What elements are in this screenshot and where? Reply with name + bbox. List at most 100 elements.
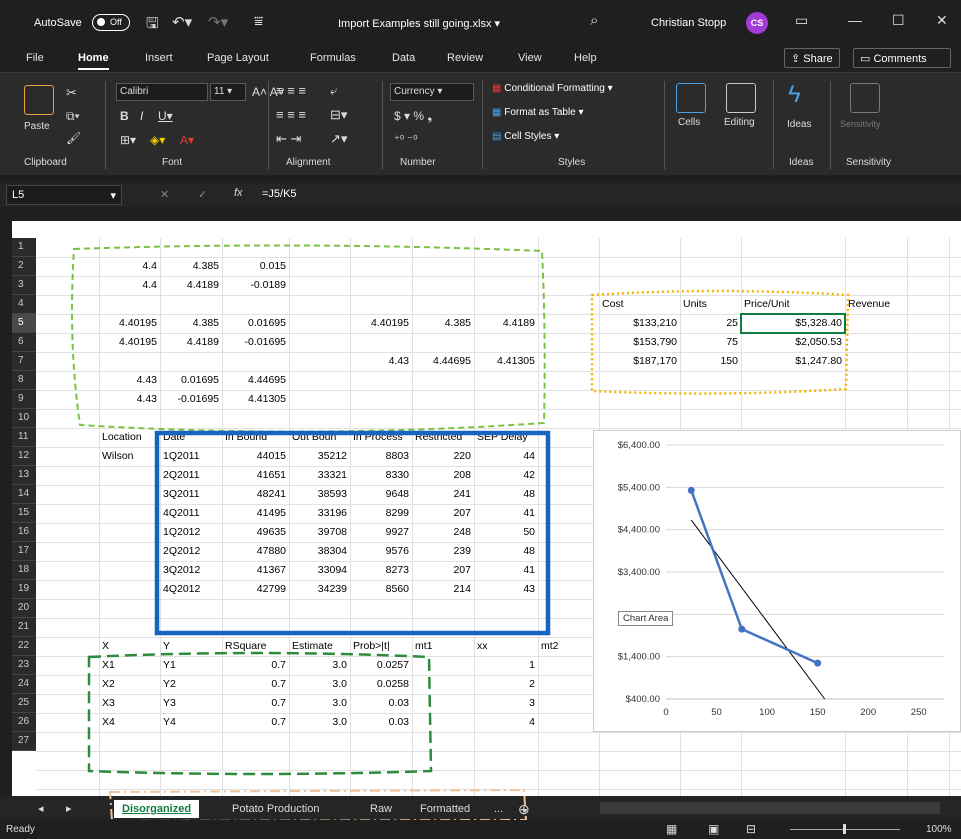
format-as-table-button[interactable]: ▦ Format as Table ▾ bbox=[492, 107, 584, 118]
merge-center-icon[interactable]: ⊟▾ bbox=[330, 107, 347, 123]
underline-icon[interactable]: U▾ bbox=[158, 109, 173, 123]
customize-qat-icon[interactable]: ⩸ bbox=[254, 13, 263, 30]
row-header-11[interactable]: 11 bbox=[12, 428, 36, 447]
row-header-27[interactable]: 27 bbox=[12, 732, 36, 751]
bold-icon[interactable]: B bbox=[120, 109, 129, 123]
editing-icon[interactable] bbox=[726, 83, 756, 113]
row-header-14[interactable]: 14 bbox=[12, 485, 36, 504]
cell-h25[interactable]: 3 bbox=[474, 695, 538, 712]
prev-sheet-icon[interactable]: ◂ bbox=[38, 800, 44, 818]
decimal-icon[interactable]: ⁺⁰ ⁻⁰ bbox=[394, 133, 418, 146]
insert-function-icon[interactable]: fx bbox=[234, 187, 243, 199]
sensitivity-label[interactable]: Sensitivity bbox=[840, 119, 881, 129]
font-color-icon[interactable]: A▾ bbox=[180, 133, 194, 147]
ideas-icon[interactable]: ϟ bbox=[788, 81, 801, 109]
copy-icon[interactable]: ⧉▾ bbox=[66, 109, 80, 124]
autosave-toggle[interactable]: Off bbox=[92, 14, 130, 31]
format-painter-icon[interactable]: 🖌 bbox=[66, 131, 81, 145]
name-box[interactable]: L5 ▾ bbox=[6, 185, 122, 205]
close-icon[interactable]: ✕ bbox=[936, 12, 948, 29]
search-icon[interactable]: ⌕ bbox=[590, 12, 598, 29]
redo-icon[interactable]: ↷▾ bbox=[208, 13, 228, 31]
page-break-view-icon[interactable]: ⊟ bbox=[746, 822, 756, 836]
enter-icon[interactable]: ✓ bbox=[198, 188, 207, 201]
formula-input[interactable]: =J5/K5 bbox=[262, 188, 297, 200]
row-header-3[interactable]: 3 bbox=[12, 276, 36, 295]
row-header-25[interactable]: 25 bbox=[12, 694, 36, 713]
row-header-26[interactable]: 26 bbox=[12, 713, 36, 732]
row-header-21[interactable]: 21 bbox=[12, 618, 36, 637]
file-name[interactable]: Import Examples still going.xlsx ▾ bbox=[338, 17, 500, 30]
minimize-icon[interactable]: — bbox=[848, 12, 862, 28]
row-header-2[interactable]: 2 bbox=[12, 257, 36, 276]
tab-view[interactable]: View bbox=[518, 52, 542, 64]
italic-icon[interactable]: I bbox=[140, 109, 143, 123]
ribbon-display-icon[interactable]: ▭ bbox=[795, 12, 808, 29]
tab-insert[interactable]: Insert bbox=[145, 52, 173, 64]
borders-icon[interactable]: ⊞▾ bbox=[120, 133, 136, 147]
page-layout-view-icon[interactable]: ▣ bbox=[708, 822, 719, 836]
row-header-17[interactable]: 17 bbox=[12, 542, 36, 561]
paste-icon[interactable] bbox=[24, 85, 54, 115]
row-header-24[interactable]: 24 bbox=[12, 675, 36, 694]
row-header-8[interactable]: 8 bbox=[12, 371, 36, 390]
comments-button[interactable]: ▭ Comments bbox=[853, 48, 951, 68]
font-size-select[interactable]: 11 ▾ bbox=[210, 83, 246, 101]
user-avatar[interactable]: CS bbox=[746, 12, 768, 34]
sensitivity-icon[interactable] bbox=[850, 83, 880, 113]
save-icon[interactable]: 🖫 bbox=[146, 13, 159, 38]
scatter-chart[interactable]: $400.00$1,400.00$2$3,400.00$4,400.00$5,4… bbox=[593, 430, 961, 732]
tab-home[interactable]: Home bbox=[78, 52, 109, 70]
indent-icon[interactable]: ⇤ ⇥ bbox=[276, 131, 301, 147]
row-header-15[interactable]: 15 bbox=[12, 504, 36, 523]
row-header-10[interactable]: 10 bbox=[12, 409, 36, 428]
row-header-5[interactable]: 5 bbox=[12, 314, 36, 333]
ideas-label[interactable]: Ideas bbox=[787, 119, 811, 130]
horizontal-scrollbar[interactable] bbox=[600, 802, 940, 814]
cell-i22[interactable]: mt2 bbox=[538, 638, 599, 655]
tab-file[interactable]: File bbox=[26, 52, 44, 64]
row-header-18[interactable]: 18 bbox=[12, 561, 36, 580]
cell-h26[interactable]: 4 bbox=[474, 714, 538, 731]
cell-m4[interactable]: Revenue bbox=[845, 296, 907, 313]
cancel-icon[interactable]: ✕ bbox=[160, 188, 169, 201]
zoom-slider-thumb[interactable] bbox=[843, 824, 846, 834]
row-header-19[interactable]: 19 bbox=[12, 580, 36, 599]
cell-h24[interactable]: 2 bbox=[474, 676, 538, 693]
row-header-16[interactable]: 16 bbox=[12, 523, 36, 542]
currency-icon[interactable]: $ ▾ % ❟ bbox=[394, 109, 432, 124]
orientation-icon[interactable]: ↗▾ bbox=[330, 131, 347, 147]
cells-label[interactable]: Cells bbox=[678, 117, 700, 128]
number-format-select[interactable]: Currency ▾ bbox=[390, 83, 474, 101]
tab-data[interactable]: Data bbox=[392, 52, 415, 64]
row-header-9[interactable]: 9 bbox=[12, 390, 36, 409]
wrap-text-icon[interactable]: ⤶ bbox=[330, 83, 337, 99]
tab-review[interactable]: Review bbox=[447, 52, 483, 64]
cell-h22[interactable]: xx bbox=[474, 638, 538, 655]
paste-label[interactable]: Paste bbox=[24, 121, 50, 132]
conditional-formatting-button[interactable]: ▦ Conditional Formatting ▾ bbox=[492, 83, 613, 94]
row-header-1[interactable]: 1 bbox=[12, 238, 36, 257]
fill-color-icon[interactable]: ◈▾ bbox=[150, 133, 165, 147]
tab-formulas[interactable]: Formulas bbox=[310, 52, 356, 64]
row-header-4[interactable]: 4 bbox=[12, 295, 36, 314]
left-align-icon[interactable]: ≡ ≡ ≡ bbox=[276, 107, 306, 122]
cut-icon[interactable]: ✂ bbox=[66, 85, 77, 101]
row-header-12[interactable]: 12 bbox=[12, 447, 36, 466]
editing-label[interactable]: Editing bbox=[724, 117, 755, 128]
undo-icon[interactable]: ↶▾ bbox=[172, 13, 192, 31]
maximize-icon[interactable]: ☐ bbox=[892, 12, 905, 29]
font-name-select[interactable]: Calibri bbox=[116, 83, 208, 101]
top-align-icon[interactable]: ≡ ≡ ≡ bbox=[276, 83, 306, 98]
row-header-6[interactable]: 6 bbox=[12, 333, 36, 352]
row-header-20[interactable]: 20 bbox=[12, 599, 36, 618]
zoom-level[interactable]: 100% bbox=[926, 824, 952, 835]
cell-h23[interactable]: 1 bbox=[474, 657, 538, 674]
share-button[interactable]: ⇪ Share bbox=[784, 48, 840, 68]
row-header-23[interactable]: 23 bbox=[12, 656, 36, 675]
cells-icon[interactable] bbox=[676, 83, 706, 113]
cell-b12[interactable]: Wilson bbox=[99, 448, 160, 465]
cell-styles-button[interactable]: ▤ Cell Styles ▾ bbox=[492, 131, 559, 142]
tab-page-layout[interactable]: Page Layout bbox=[207, 52, 269, 64]
tab-help[interactable]: Help bbox=[574, 52, 597, 64]
